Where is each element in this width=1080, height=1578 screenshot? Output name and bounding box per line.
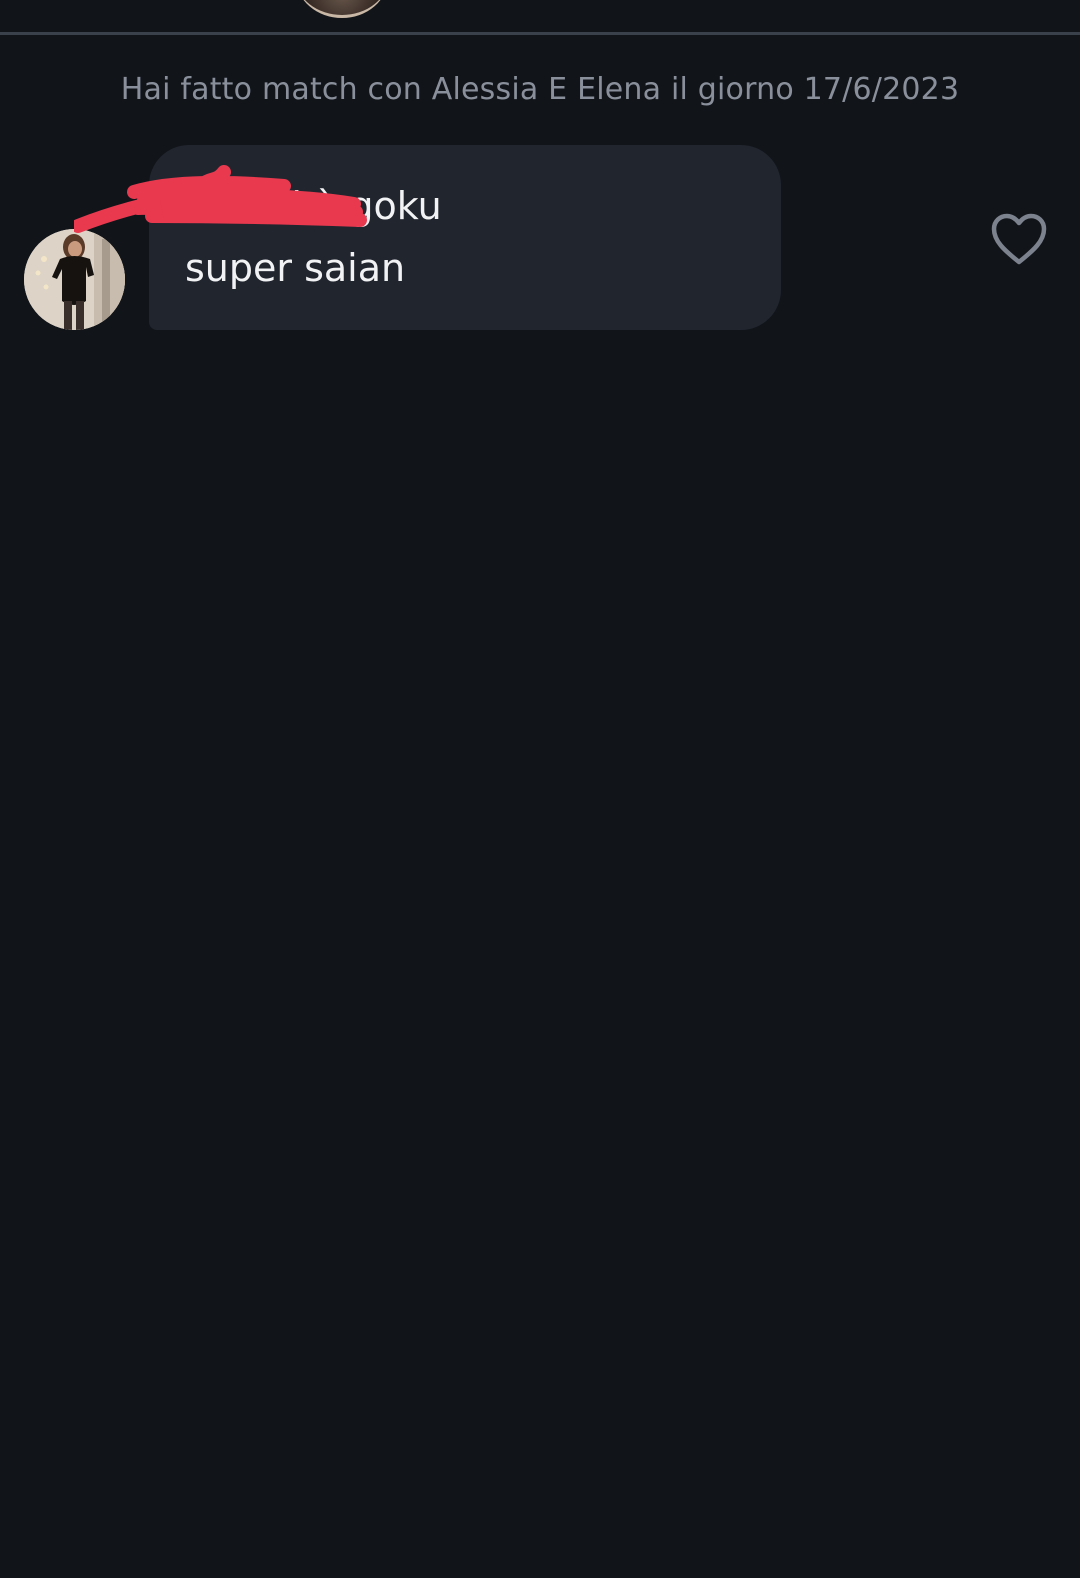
match-notice: Hai fatto match con Alessia E Elena il g… xyxy=(120,72,960,107)
like-button[interactable] xyxy=(990,212,1048,268)
message-bubble[interactable]: ma lei è goku super saian xyxy=(149,145,781,330)
message-text: ma lei è goku super saian xyxy=(185,184,442,290)
message-row: ma lei è goku super saian xyxy=(0,145,1080,335)
avatar-photo xyxy=(24,229,125,330)
header-avatar[interactable] xyxy=(296,0,388,18)
sender-avatar[interactable] xyxy=(24,229,125,330)
header-divider xyxy=(0,32,1080,35)
chat-screen: Hai fatto match con Alessia E Elena il g… xyxy=(0,0,1080,1578)
heart-outline-icon xyxy=(991,213,1047,265)
